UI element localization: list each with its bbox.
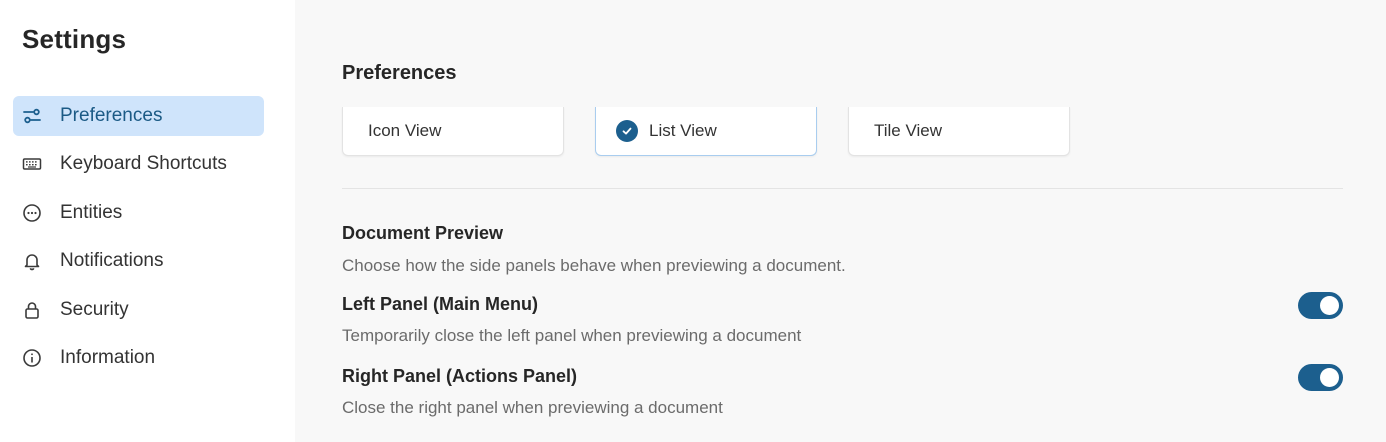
sidebar-item-label: Information [60,346,156,368]
sidebar-item-label: Preferences [60,105,163,126]
sidebar-item-notifications[interactable]: Notifications [13,241,264,281]
section-divider [342,188,1343,189]
info-icon [22,348,42,368]
view-option-tile[interactable]: Tile View [848,107,1070,156]
view-option-label: Icon View [368,121,442,140]
sidebar-item-label: Security [60,298,129,320]
keyboard-icon [22,154,42,174]
left-panel-option-title: Left Panel (Main Menu) [342,294,539,314]
view-option-label: List View [649,121,717,140]
sidebar-item-label: Keyboard Shortcuts [60,153,227,175]
document-preview-title: Document Preview [342,223,504,243]
toggle-knob [1320,368,1339,387]
sidebar-item-security[interactable]: Security [13,290,264,330]
sliders-icon [22,106,42,126]
document-preview-description: Choose how the side panels behave when p… [342,256,846,275]
left-panel-toggle[interactable] [1298,292,1343,319]
settings-main: Preferences Icon View List View Tile Vie… [295,0,1386,442]
settings-app: Settings Preferences Keyboard Shortcuts … [0,0,1386,442]
section-title: Preferences [342,62,457,84]
sidebar-title: Settings [22,24,127,54]
sidebar-item-information[interactable]: Information [13,338,264,378]
bell-icon [22,251,42,271]
sidebar-item-entities[interactable]: Entities [13,193,264,233]
right-panel-toggle[interactable] [1298,364,1343,391]
sidebar-item-label: Notifications [60,250,164,272]
settings-nav: Preferences Keyboard Shortcuts Entities … [13,96,264,386]
view-option-label: Tile View [874,121,943,140]
right-panel-option-description: Close the right panel when previewing a … [342,398,723,417]
view-option-list[interactable]: List View [595,107,817,156]
lock-icon [22,300,42,320]
view-option-icon[interactable]: Icon View [342,107,564,156]
ellipsis-circle-icon [22,203,42,223]
check-icon [616,120,638,142]
left-panel-option-description: Temporarily close the left panel when pr… [342,326,802,345]
toggle-knob [1320,296,1339,315]
sidebar-item-label: Entities [60,201,123,223]
view-options: Icon View List View Tile View [342,107,1082,156]
right-panel-option-title: Right Panel (Actions Panel) [342,366,578,386]
sidebar-item-preferences[interactable]: Preferences [13,96,264,136]
settings-sidebar: Settings Preferences Keyboard Shortcuts … [0,0,295,442]
sidebar-item-keyboard-shortcuts[interactable]: Keyboard Shortcuts [13,144,264,184]
